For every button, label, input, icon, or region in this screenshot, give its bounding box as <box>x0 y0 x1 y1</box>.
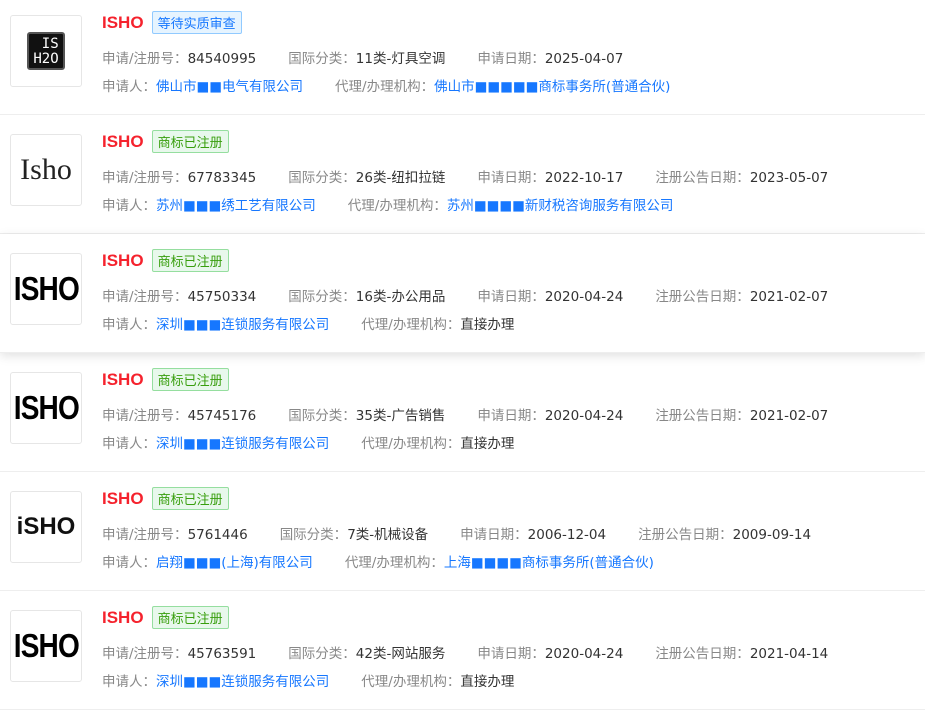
field-class: 国际分类：7类-机械设备 <box>279 527 429 543</box>
trademark-logo[interactable]: iSHO <box>10 491 82 563</box>
field-agent: 代理/办理机构：直接办理 <box>361 317 515 333</box>
field-agent: 代理/办理机构：佛山市■■■■■商标事务所(普通合伙) <box>335 79 671 95</box>
field-applicant: 申请人：苏州■■■绣工艺有限公司 <box>102 198 316 214</box>
trademark-card[interactable]: ISHO ISHO 商标已注册 申请/注册号：45750334 国际分类：16类-办… <box>0 234 925 353</box>
trademark-name[interactable]: ISHO <box>102 13 144 33</box>
field-pub_date: 注册公告日期：2023-05-07 <box>655 170 829 186</box>
field-applicant: 申请人：深圳■■■连锁服务有限公司 <box>102 674 330 690</box>
status-badge: 商标已注册 <box>151 130 229 153</box>
field-agent: 代理/办理机构：上海■■■■商标事务所(普通合伙) <box>344 555 654 571</box>
trademark-name[interactable]: ISHO <box>102 489 144 509</box>
field-class: 国际分类：35类-广告销售 <box>288 408 446 424</box>
field-applicant: 申请人：启翔■■■(上海)有限公司 <box>102 555 313 571</box>
trademark-logo[interactable]: Isho <box>10 134 82 206</box>
field-reg_no: 申请/注册号：45750334 <box>102 289 257 305</box>
trademark-logo[interactable]: IS H2O <box>10 15 82 87</box>
field-app_date: 申请日期：2020-04-24 <box>477 289 624 305</box>
status-badge: 商标已注册 <box>151 368 229 391</box>
field-class: 国际分类：42类-网站服务 <box>288 646 446 662</box>
field-applicant: 申请人：深圳■■■连锁服务有限公司 <box>102 317 330 333</box>
field-class: 国际分类：26类-纽扣拉链 <box>288 170 446 186</box>
field-reg_no: 申请/注册号：45763591 <box>102 646 257 662</box>
field-reg_no: 申请/注册号：45745176 <box>102 408 257 424</box>
field-app_date: 申请日期：2020-04-24 <box>477 646 624 662</box>
field-reg_no: 申请/注册号：84540995 <box>102 51 257 67</box>
trademark-name[interactable]: ISHO <box>102 608 144 628</box>
field-agent: 代理/办理机构：苏州■■■■新财税咨询服务有限公司 <box>347 198 674 214</box>
field-app_date: 申请日期：2025-04-07 <box>477 51 624 67</box>
trademark-logo[interactable]: ISHO <box>10 610 82 682</box>
trademark-card[interactable]: ISHO ISHO 商标已注册 申请/注册号：45745176 国际分类：35类-广… <box>0 353 925 472</box>
field-class: 国际分类：16类-办公用品 <box>288 289 446 305</box>
trademark-name[interactable]: ISHO <box>102 132 144 152</box>
field-pub_date: 注册公告日期：2021-02-07 <box>655 408 829 424</box>
trademark-card[interactable]: ISHO ISHO 商标已注册 申请/注册号：45763591 国际分类：42类-网… <box>0 591 925 710</box>
trademark-name[interactable]: ISHO <box>102 370 144 390</box>
status-badge: 商标已注册 <box>151 487 229 510</box>
field-applicant: 申请人：佛山市■■电气有限公司 <box>102 79 304 95</box>
field-app_date: 申请日期：2022-10-17 <box>477 170 624 186</box>
field-app_date: 申请日期：2020-04-24 <box>477 408 624 424</box>
status-badge: 等待实质审查 <box>151 11 242 34</box>
field-class: 国际分类：11类-灯具空调 <box>288 51 446 67</box>
trademark-card[interactable]: IS H2O ISHO 等待实质审查 申请/注册号：84540995 国际分类：11类… <box>0 0 925 115</box>
field-app_date: 申请日期：2006-12-04 <box>460 527 607 543</box>
field-reg_no: 申请/注册号：67783345 <box>102 170 257 186</box>
field-applicant: 申请人：深圳■■■连锁服务有限公司 <box>102 436 330 452</box>
field-pub_date: 注册公告日期：2021-04-14 <box>655 646 829 662</box>
trademark-logo[interactable]: ISHO <box>10 372 82 444</box>
field-pub_date: 注册公告日期：2021-02-07 <box>655 289 829 305</box>
trademark-logo[interactable]: ISHO <box>10 253 82 325</box>
field-pub_date: 注册公告日期：2009-09-14 <box>638 527 812 543</box>
trademark-card[interactable]: Isho ISHO 商标已注册 申请/注册号：67783345 国际分类：26类-纽… <box>0 115 925 234</box>
field-reg_no: 申请/注册号：5761446 <box>102 527 248 543</box>
field-agent: 代理/办理机构：直接办理 <box>361 436 515 452</box>
trademark-card[interactable]: iSHO ISHO 商标已注册 申请/注册号：5761446 国际分类：7类-机械设… <box>0 472 925 591</box>
field-agent: 代理/办理机构：直接办理 <box>361 674 515 690</box>
status-badge: 商标已注册 <box>151 606 229 629</box>
status-badge: 商标已注册 <box>151 249 229 272</box>
trademark-name[interactable]: ISHO <box>102 251 144 271</box>
